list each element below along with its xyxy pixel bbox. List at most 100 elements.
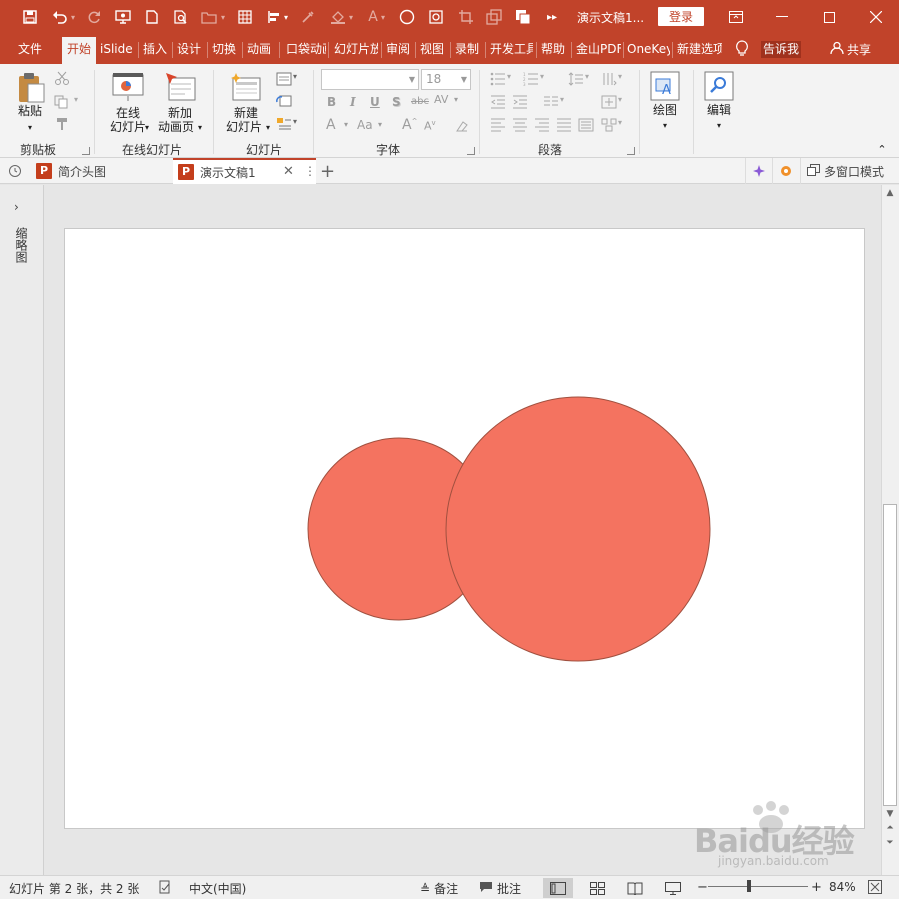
line-spacing-icon[interactable] bbox=[568, 72, 584, 86]
tab-home[interactable]: 开始 bbox=[62, 37, 96, 64]
cut-icon[interactable] bbox=[54, 71, 70, 85]
new-slide-label-2[interactable]: 幻灯片 bbox=[222, 120, 266, 135]
clear-format-icon[interactable] bbox=[454, 119, 470, 133]
copy-icon[interactable] bbox=[512, 6, 534, 28]
fit-to-window-icon[interactable] bbox=[868, 880, 882, 894]
tab-developer[interactable]: 开发工具 bbox=[490, 34, 533, 64]
slideshow-icon[interactable] bbox=[112, 6, 134, 28]
reading-view-icon[interactable] bbox=[620, 878, 650, 898]
redo-icon[interactable] bbox=[83, 6, 105, 28]
grow-font-icon[interactable]: A^ bbox=[402, 117, 417, 133]
layout-icon[interactable] bbox=[276, 72, 292, 86]
more-icon[interactable]: ▸▸ bbox=[541, 6, 563, 28]
slide-sorter-icon[interactable] bbox=[582, 878, 612, 898]
zoom-in-icon[interactable]: + bbox=[811, 880, 822, 895]
justify-icon[interactable] bbox=[556, 118, 572, 132]
paste-icon[interactable] bbox=[16, 72, 46, 107]
open-dropdown-icon[interactable]: ▾ bbox=[218, 6, 228, 28]
section-icon[interactable] bbox=[276, 117, 292, 131]
numbering-icon[interactable]: 123 bbox=[523, 72, 539, 87]
text-direction-dropdown-icon[interactable]: ▾ bbox=[618, 72, 634, 86]
strikethrough-icon[interactable]: abc bbox=[411, 96, 429, 107]
align-left-icon[interactable] bbox=[490, 118, 506, 132]
new-animation-page-icon[interactable] bbox=[165, 72, 197, 105]
multi-window-button[interactable]: 多窗口模式 bbox=[800, 158, 895, 184]
doc-tab-presentation1[interactable]: P 演示文稿1 ✕ ⋮ bbox=[173, 158, 316, 184]
numbering-dropdown-icon[interactable]: ▾ bbox=[540, 72, 556, 86]
copy-format-icon[interactable] bbox=[54, 95, 70, 109]
language-status[interactable]: 中文(中国) bbox=[189, 880, 246, 897]
tab-history-icon[interactable] bbox=[8, 158, 26, 184]
format-painter-icon[interactable] bbox=[54, 117, 70, 131]
tab-slideshow[interactable]: 幻灯片放映 bbox=[334, 34, 378, 64]
new-file-icon[interactable] bbox=[141, 6, 163, 28]
increase-indent-icon[interactable] bbox=[512, 95, 528, 109]
normal-view-icon[interactable] bbox=[543, 878, 573, 898]
lightbulb-icon[interactable] bbox=[735, 40, 749, 60]
collapse-ribbon-icon[interactable]: ⌃ bbox=[876, 142, 888, 157]
ribbon-display-options-icon[interactable] bbox=[713, 0, 759, 34]
decrease-indent-icon[interactable] bbox=[490, 95, 506, 109]
close-tab-icon[interactable]: ✕ bbox=[283, 164, 294, 179]
align-center-icon[interactable] bbox=[512, 118, 528, 132]
font-name-combo[interactable]: ▼ bbox=[321, 69, 419, 90]
oval-shape-icon[interactable] bbox=[396, 6, 418, 28]
scrollbar-thumb[interactable] bbox=[883, 504, 897, 806]
previous-slide-icon[interactable]: ⏶ bbox=[883, 823, 897, 833]
undo-dropdown-icon[interactable]: ▾ bbox=[68, 6, 78, 28]
tell-me-search[interactable]: 告诉我 bbox=[761, 41, 802, 58]
sparkle-icon[interactable] bbox=[745, 158, 771, 184]
online-slides-label[interactable]: 在线 bbox=[104, 106, 152, 121]
text-effects-icon[interactable]: A bbox=[326, 117, 336, 133]
zoom-level[interactable]: 84% bbox=[829, 880, 856, 894]
add-tab-icon[interactable]: + bbox=[320, 158, 338, 184]
table-icon[interactable] bbox=[234, 6, 256, 28]
bold-icon[interactable]: B bbox=[327, 95, 336, 109]
drawing-icon[interactable]: A bbox=[650, 71, 680, 104]
tab-kingsoft-pdf[interactable]: 金山PDF bbox=[576, 34, 621, 64]
crop-icon[interactable] bbox=[425, 6, 447, 28]
tab-review[interactable]: 审阅 bbox=[386, 34, 412, 64]
layout-dropdown-icon[interactable]: ▾ bbox=[293, 72, 309, 86]
expand-pane-icon[interactable]: › bbox=[14, 200, 19, 214]
large-circle-shape[interactable] bbox=[445, 396, 711, 662]
tab-design[interactable]: 设计 bbox=[177, 34, 203, 64]
text-effects-dropdown-icon[interactable]: ▾ bbox=[344, 120, 348, 129]
new-animation-label-2[interactable]: 动画页 bbox=[153, 120, 199, 135]
spell-check-icon[interactable] bbox=[158, 880, 172, 894]
editing-dropdown-icon[interactable]: ▾ bbox=[715, 118, 723, 133]
tab-animations[interactable]: 动画 bbox=[247, 34, 274, 64]
crop-shape-icon[interactable] bbox=[455, 6, 477, 28]
bullets-dropdown-icon[interactable]: ▾ bbox=[507, 72, 523, 86]
slide-count[interactable]: 幻灯片 第 2 张，共 2 张 bbox=[9, 880, 139, 897]
drawing-dropdown-icon[interactable]: ▾ bbox=[661, 118, 669, 133]
thumbnail-pane-label[interactable]: 缩略图 bbox=[13, 227, 28, 263]
comments-button[interactable]: 批注 bbox=[479, 880, 521, 897]
distributed-icon[interactable] bbox=[578, 118, 594, 132]
tab-pocket-animation[interactable]: 口袋动画 bbox=[286, 34, 326, 64]
new-animation-dropdown-icon[interactable]: ▾ bbox=[196, 120, 204, 135]
login-button[interactable]: 登录 bbox=[658, 7, 704, 26]
align-text-icon[interactable] bbox=[601, 95, 617, 109]
online-slides-dropdown-icon[interactable]: ▾ bbox=[143, 120, 151, 135]
new-animation-label[interactable]: 新加 bbox=[158, 106, 202, 121]
maximize-icon[interactable] bbox=[806, 0, 852, 34]
bullets-icon[interactable] bbox=[490, 72, 506, 86]
case-dropdown-icon[interactable]: ▾ bbox=[378, 120, 382, 129]
tab-menu-icon[interactable]: ⋮ bbox=[304, 164, 316, 178]
section-dropdown-icon[interactable]: ▾ bbox=[293, 117, 309, 131]
editing-search-icon[interactable] bbox=[704, 71, 734, 104]
notes-button[interactable]: ≜ 备注 bbox=[420, 880, 458, 897]
format-icon[interactable] bbox=[483, 6, 505, 28]
line-spacing-dropdown-icon[interactable]: ▾ bbox=[585, 72, 601, 86]
online-slides-icon[interactable] bbox=[112, 72, 144, 105]
reset-icon[interactable] bbox=[276, 94, 292, 108]
drawing-label[interactable]: 绘图 bbox=[645, 103, 685, 118]
tab-record[interactable]: 录制 bbox=[455, 34, 481, 64]
tab-new-tab[interactable]: 新建选项卡 bbox=[677, 34, 722, 64]
eyedropper-icon[interactable] bbox=[297, 6, 319, 28]
doc-tab-intro[interactable]: P 简介头图 bbox=[32, 158, 172, 184]
open-folder-icon[interactable] bbox=[198, 6, 220, 28]
columns-icon[interactable] bbox=[543, 95, 559, 109]
scroll-down-icon[interactable]: ▼ bbox=[883, 809, 897, 819]
